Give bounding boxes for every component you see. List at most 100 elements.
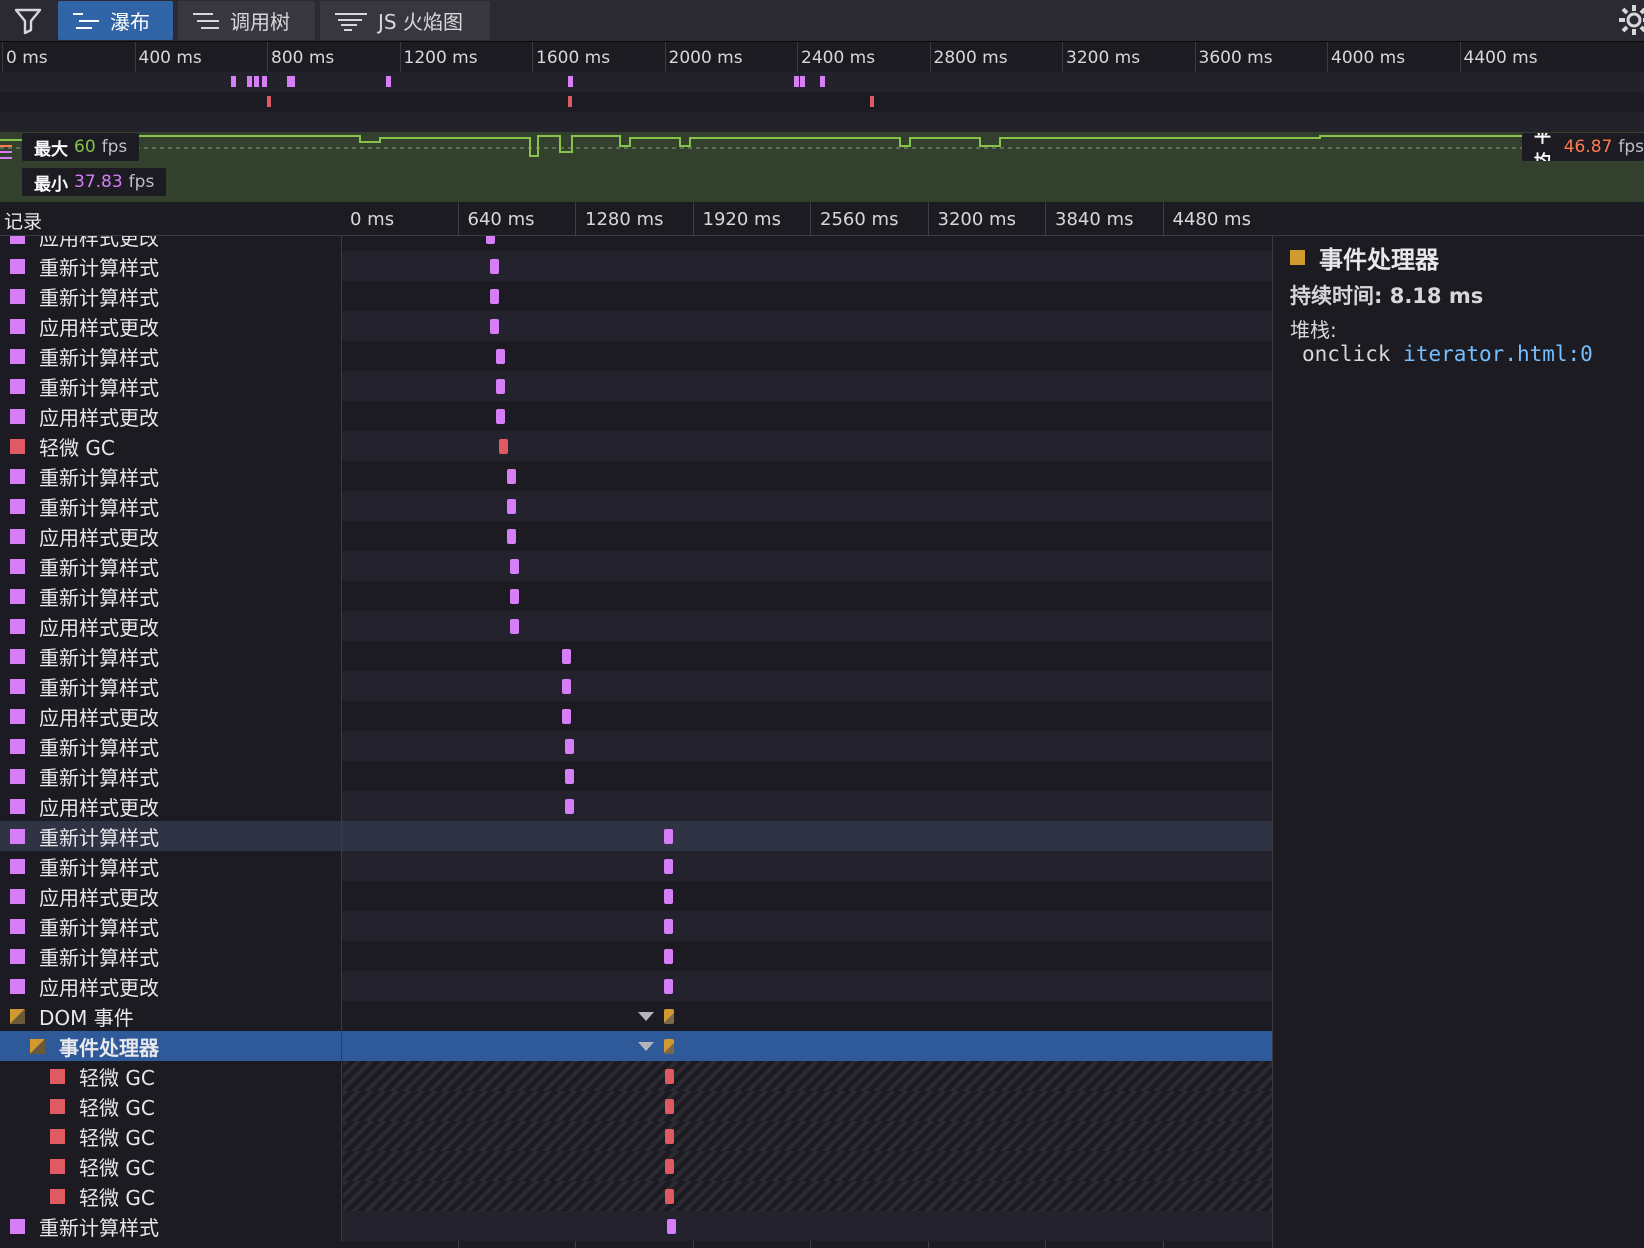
waterfall-row[interactable]: 重新计算样式 (0, 341, 1272, 371)
overview-tick-label: 3200 ms (1066, 48, 1141, 68)
row-color-swatch (10, 468, 25, 484)
marker-bar[interactable] (665, 1129, 675, 1144)
expand-toggle-icon[interactable] (638, 1012, 655, 1021)
waterfall-row[interactable]: 重新计算样式 (0, 731, 1272, 761)
marker-bar[interactable] (665, 1069, 675, 1084)
waterfall-row[interactable]: 轻微 GC (0, 1151, 1272, 1181)
waterfall-row[interactable]: 轻微 GC (0, 1061, 1272, 1091)
marker-bar[interactable] (665, 1159, 675, 1174)
marker-bar[interactable] (561, 709, 571, 724)
fps-min-label: 最小 (34, 174, 68, 195)
toolbar: 瀑布 调用树 JS 火焰图 (0, 0, 1644, 42)
waterfall-row[interactable]: DOM 事件 (0, 1001, 1272, 1031)
waterfall-row[interactable]: 轻微 GC (0, 431, 1272, 461)
row-label: 重新计算样式 (0, 731, 342, 761)
overview-gc-marker (568, 96, 573, 107)
waterfall-row[interactable]: 轻微 GC (0, 1181, 1272, 1211)
marker-bar[interactable] (664, 1039, 675, 1054)
waterfall-row[interactable]: 重新计算样式 (0, 1211, 1272, 1241)
row-color-swatch (10, 498, 25, 514)
marker-bar[interactable] (490, 289, 500, 304)
marker-bar[interactable] (490, 259, 500, 274)
waterfall-tick-label: 640 ms (467, 209, 535, 230)
row-color-swatch (10, 258, 25, 274)
waterfall-row[interactable]: 应用样式更改 (0, 521, 1272, 551)
waterfall-row[interactable]: 应用样式更改 (0, 971, 1272, 1001)
waterfall-row[interactable]: 重新计算样式 (0, 281, 1272, 311)
overview-tick-label: 800 ms (271, 48, 335, 68)
waterfall-row[interactable]: 应用样式更改 (0, 791, 1272, 821)
marker-bar[interactable] (495, 409, 505, 424)
marker-bar[interactable] (664, 919, 674, 934)
marker-bar[interactable] (665, 1099, 675, 1114)
overview-markers[interactable] (0, 72, 1644, 132)
marker-bar[interactable] (499, 439, 509, 454)
waterfall-row[interactable]: 重新计算样式 (0, 371, 1272, 401)
waterfall-row[interactable]: 重新计算样式 (0, 671, 1272, 701)
fps-graph[interactable]: 最大 60 fps 最小 37.83 fps 平均 46.87 fps (0, 132, 1644, 202)
waterfall-row[interactable]: 应用样式更改 (0, 881, 1272, 911)
marker-bar[interactable] (506, 469, 516, 484)
marker-bar[interactable] (506, 499, 516, 514)
tab-call-tree[interactable]: 调用树 (178, 1, 315, 40)
expand-toggle-icon[interactable] (638, 1042, 655, 1051)
filter-button[interactable] (10, 4, 46, 38)
waterfall-row[interactable]: 重新计算样式 (0, 581, 1272, 611)
row-label: 重新计算样式 (0, 551, 342, 581)
marker-bar[interactable] (664, 949, 674, 964)
waterfall-row[interactable]: 重新计算样式 (0, 941, 1272, 971)
waterfall-row[interactable]: 轻微 GC (0, 1091, 1272, 1121)
waterfall-row[interactable]: 重新计算样式 (0, 491, 1272, 521)
marker-bar[interactable] (510, 619, 520, 634)
waterfall-row[interactable]: 应用样式更改 (0, 401, 1272, 431)
row-label-text: 重新计算样式 (39, 825, 159, 850)
waterfall-row[interactable]: 事件处理器 (0, 1031, 1272, 1061)
tab-flame-graph[interactable]: JS 火焰图 (320, 1, 490, 40)
waterfall-row[interactable]: 重新计算样式 (0, 461, 1272, 491)
marker-bar[interactable] (664, 979, 674, 994)
marker-bar[interactable] (510, 589, 520, 604)
marker-bar[interactable] (561, 649, 571, 664)
waterfall-row[interactable]: 重新计算样式 (0, 251, 1272, 281)
waterfall-row[interactable]: 重新计算样式 (0, 761, 1272, 791)
details-color-swatch (1290, 250, 1305, 265)
waterfall-row[interactable]: 应用样式更改 (0, 701, 1272, 731)
marker-bar[interactable] (664, 859, 674, 874)
marker-bar[interactable] (664, 829, 674, 844)
marker-bar[interactable] (495, 379, 505, 394)
waterfall-row[interactable]: 重新计算样式 (0, 851, 1272, 881)
marker-bar[interactable] (506, 529, 516, 544)
marker-bar[interactable] (664, 889, 674, 904)
stack-frame-source-link[interactable]: iterator.html:0 (1403, 342, 1593, 366)
marker-bar[interactable] (664, 1009, 675, 1024)
settings-button[interactable] (1616, 2, 1644, 38)
waterfall-row[interactable]: 应用样式更改 (0, 311, 1272, 341)
row-label: 重新计算样式 (0, 941, 342, 971)
waterfall-row[interactable]: 重新计算样式 (0, 641, 1272, 671)
row-label-text: 重新计算样式 (39, 585, 159, 610)
row-label-text: 应用样式更改 (39, 236, 159, 250)
marker-bar[interactable] (565, 799, 575, 814)
waterfall-row[interactable]: 重新计算样式 (0, 821, 1272, 851)
waterfall-row[interactable]: 重新计算样式 (0, 911, 1272, 941)
marker-bar[interactable] (510, 559, 520, 574)
marker-bar[interactable] (495, 349, 505, 364)
row-color-swatch (10, 438, 25, 454)
waterfall-row[interactable]: 轻微 GC (0, 1121, 1272, 1151)
marker-bar[interactable] (565, 739, 575, 754)
row-label-text: 重新计算样式 (39, 855, 159, 880)
waterfall-row[interactable]: 应用样式更改 (0, 611, 1272, 641)
marker-bar[interactable] (490, 319, 500, 334)
row-color-swatch (10, 708, 25, 724)
marker-bar[interactable] (667, 1219, 677, 1234)
waterfall-row[interactable]: 应用样式更改 (0, 236, 1272, 251)
row-label-text: 重新计算样式 (39, 735, 159, 760)
marker-bar[interactable] (561, 679, 571, 694)
marker-bar[interactable] (486, 236, 496, 244)
marker-bar[interactable] (665, 1189, 675, 1204)
marker-bar[interactable] (565, 769, 575, 784)
waterfall-row[interactable]: 重新计算样式 (0, 551, 1272, 581)
row-track (343, 1121, 1272, 1151)
row-label-text: 应用样式更改 (39, 525, 159, 550)
tab-waterfall[interactable]: 瀑布 (58, 1, 173, 40)
